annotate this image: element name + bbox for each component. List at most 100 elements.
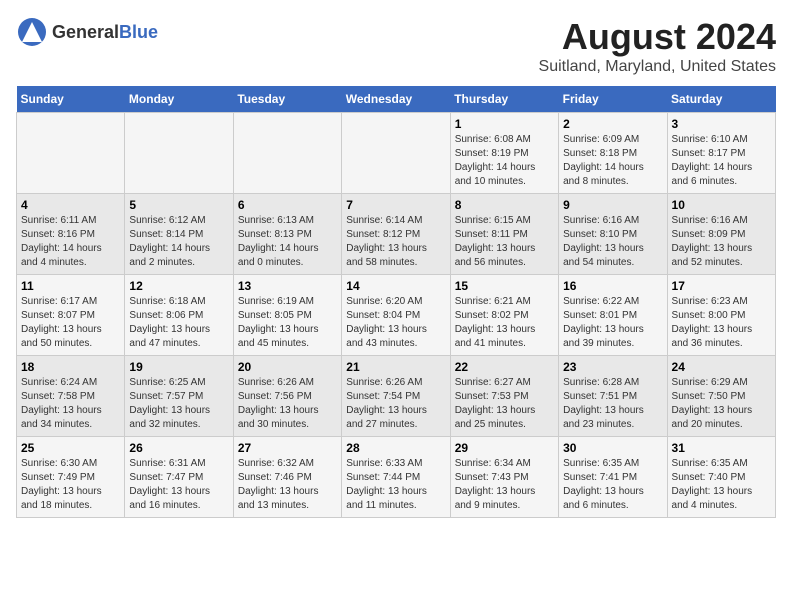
header-monday: Monday	[125, 86, 233, 113]
day-number: 28	[346, 441, 445, 455]
calendar-cell	[17, 113, 125, 194]
calendar-cell: 24Sunrise: 6:29 AMSunset: 7:50 PMDayligh…	[667, 356, 775, 437]
day-info: Sunrise: 6:19 AMSunset: 8:05 PMDaylight:…	[238, 295, 337, 351]
day-number: 11	[21, 279, 120, 293]
day-info: Sunrise: 6:26 AMSunset: 7:54 PMDaylight:…	[346, 376, 445, 432]
day-info: Sunrise: 6:11 AMSunset: 8:16 PMDaylight:…	[21, 214, 120, 270]
calendar-cell: 19 Sunrise: 6:25 AMSunset: 7:57 PMDayligh…	[125, 356, 233, 437]
day-info: Sunrise: 6:27 AMSunset: 7:53 PMDaylight:…	[455, 376, 554, 432]
page-header: GeneralBlue August 2024 Suitland, Maryla…	[16, 16, 776, 76]
calendar-cell: 23Sunrise: 6:28 AMSunset: 7:51 PMDayligh…	[559, 356, 667, 437]
day-info: Sunrise: 6:25 AMSunset: 7:57 PMDaylight:…	[129, 376, 228, 432]
day-number: 2	[563, 117, 662, 131]
day-info: Sunrise: 6:16 AMSunset: 8:10 PMDaylight:…	[563, 214, 662, 270]
calendar-cell: 18 Sunrise: 6:24 AMSunset: 7:58 PMDayligh…	[17, 356, 125, 437]
calendar-cell	[342, 113, 450, 194]
day-info: Sunrise: 6:12 AMSunset: 8:14 PMDaylight:…	[129, 214, 228, 270]
day-info: Sunrise: 6:24 AMSunset: 7:58 PMDaylight:…	[21, 376, 120, 432]
calendar-cell: 7 Sunrise: 6:14 AMSunset: 8:12 PMDaylight…	[342, 194, 450, 275]
day-number: 5	[129, 198, 228, 212]
day-number: 16	[563, 279, 662, 293]
day-number: 22	[455, 360, 554, 374]
day-info: Sunrise: 6:33 AMSunset: 7:44 PMDaylight:…	[346, 457, 445, 513]
day-info: Sunrise: 6:10 AMSunset: 8:17 PMDaylight:…	[672, 133, 771, 189]
calendar-cell: 17Sunrise: 6:23 AMSunset: 8:00 PMDayligh…	[667, 275, 775, 356]
day-info: Sunrise: 6:14 AMSunset: 8:12 PMDaylight:…	[346, 214, 445, 270]
header-friday: Friday	[559, 86, 667, 113]
logo-blue-text: Blue	[119, 22, 158, 42]
day-number: 30	[563, 441, 662, 455]
day-number: 10	[672, 198, 771, 212]
calendar-cell: 11 Sunrise: 6:17 AMSunset: 8:07 PMDayligh…	[17, 275, 125, 356]
day-number: 31	[672, 441, 771, 455]
header-tuesday: Tuesday	[233, 86, 341, 113]
day-info: Sunrise: 6:35 AMSunset: 7:40 PMDaylight:…	[672, 457, 771, 513]
calendar-cell: 9 Sunrise: 6:16 AMSunset: 8:10 PMDaylight…	[559, 194, 667, 275]
day-number: 27	[238, 441, 337, 455]
day-info: Sunrise: 6:35 AMSunset: 7:41 PMDaylight:…	[563, 457, 662, 513]
day-number: 18	[21, 360, 120, 374]
day-number: 8	[455, 198, 554, 212]
calendar-cell	[233, 113, 341, 194]
day-number: 13	[238, 279, 337, 293]
calendar-cell: 13 Sunrise: 6:19 AMSunset: 8:05 PMDayligh…	[233, 275, 341, 356]
day-number: 4	[21, 198, 120, 212]
day-info: Sunrise: 6:16 AMSunset: 8:09 PMDaylight:…	[672, 214, 771, 270]
calendar-cell: 21Sunrise: 6:26 AMSunset: 7:54 PMDayligh…	[342, 356, 450, 437]
day-info: Sunrise: 6:13 AMSunset: 8:13 PMDaylight:…	[238, 214, 337, 270]
day-info: Sunrise: 6:15 AMSunset: 8:11 PMDaylight:…	[455, 214, 554, 270]
day-info: Sunrise: 6:18 AMSunset: 8:06 PMDaylight:…	[129, 295, 228, 351]
logo-general-text: General	[52, 22, 119, 42]
day-number: 26	[129, 441, 228, 455]
page-subtitle: Suitland, Maryland, United States	[539, 58, 776, 76]
day-number: 12	[129, 279, 228, 293]
day-info: Sunrise: 6:08 AMSunset: 8:19 PMDaylight:…	[455, 133, 554, 189]
calendar-cell: 31 Sunrise: 6:35 AMSunset: 7:40 PMDayligh…	[667, 437, 775, 518]
day-info: Sunrise: 6:20 AMSunset: 8:04 PMDaylight:…	[346, 295, 445, 351]
day-number: 20	[238, 360, 337, 374]
title-block: August 2024 Suitland, Maryland, United S…	[539, 16, 776, 76]
day-number: 25	[21, 441, 120, 455]
calendar-cell: 27Sunrise: 6:32 AMSunset: 7:46 PMDayligh…	[233, 437, 341, 518]
calendar-cell	[125, 113, 233, 194]
calendar-cell: 26 Sunrise: 6:31 AMSunset: 7:47 PMDayligh…	[125, 437, 233, 518]
week-row-5: 25 Sunrise: 6:30 AMSunset: 7:49 PMDayligh…	[17, 437, 776, 518]
day-info: Sunrise: 6:17 AMSunset: 8:07 PMDaylight:…	[21, 295, 120, 351]
day-info: Sunrise: 6:34 AMSunset: 7:43 PMDaylight:…	[455, 457, 554, 513]
day-number: 6	[238, 198, 337, 212]
calendar-cell: 12 Sunrise: 6:18 AMSunset: 8:06 PMDayligh…	[125, 275, 233, 356]
day-number: 1	[455, 117, 554, 131]
day-number: 24	[672, 360, 771, 374]
calendar-cell: 4 Sunrise: 6:11 AMSunset: 8:16 PMDaylight…	[17, 194, 125, 275]
week-row-3: 11 Sunrise: 6:17 AMSunset: 8:07 PMDayligh…	[17, 275, 776, 356]
week-row-2: 4 Sunrise: 6:11 AMSunset: 8:16 PMDaylight…	[17, 194, 776, 275]
header-saturday: Saturday	[667, 86, 775, 113]
day-number: 3	[672, 117, 771, 131]
calendar-cell: 20 Sunrise: 6:26 AMSunset: 7:56 PMDayligh…	[233, 356, 341, 437]
calendar-cell: 29Sunrise: 6:34 AMSunset: 7:43 PMDayligh…	[450, 437, 558, 518]
calendar-table: SundayMondayTuesdayWednesdayThursdayFrid…	[16, 86, 776, 518]
calendar-cell: 1 Sunrise: 6:08 AMSunset: 8:19 PMDaylight…	[450, 113, 558, 194]
day-number: 19	[129, 360, 228, 374]
day-info: Sunrise: 6:21 AMSunset: 8:02 PMDaylight:…	[455, 295, 554, 351]
day-number: 17	[672, 279, 771, 293]
page-title: August 2024	[539, 16, 776, 58]
calendar-cell: 3 Sunrise: 6:10 AMSunset: 8:17 PMDaylight…	[667, 113, 775, 194]
calendar-cell: 14Sunrise: 6:20 AMSunset: 8:04 PMDayligh…	[342, 275, 450, 356]
day-number: 7	[346, 198, 445, 212]
day-info: Sunrise: 6:22 AMSunset: 8:01 PMDaylight:…	[563, 295, 662, 351]
week-row-1: 1 Sunrise: 6:08 AMSunset: 8:19 PMDaylight…	[17, 113, 776, 194]
day-info: Sunrise: 6:31 AMSunset: 7:47 PMDaylight:…	[129, 457, 228, 513]
day-number: 23	[563, 360, 662, 374]
calendar-cell: 22 Sunrise: 6:27 AMSunset: 7:53 PMDayligh…	[450, 356, 558, 437]
calendar-cell: 8 Sunrise: 6:15 AMSunset: 8:11 PMDaylight…	[450, 194, 558, 275]
day-info: Sunrise: 6:26 AMSunset: 7:56 PMDaylight:…	[238, 376, 337, 432]
calendar-cell: 16 Sunrise: 6:22 AMSunset: 8:01 PMDayligh…	[559, 275, 667, 356]
header-wednesday: Wednesday	[342, 86, 450, 113]
calendar-cell: 28 Sunrise: 6:33 AMSunset: 7:44 PMDayligh…	[342, 437, 450, 518]
calendar-cell: 30 Sunrise: 6:35 AMSunset: 7:41 PMDayligh…	[559, 437, 667, 518]
day-number: 9	[563, 198, 662, 212]
day-info: Sunrise: 6:09 AMSunset: 8:18 PMDaylight:…	[563, 133, 662, 189]
day-number: 15	[455, 279, 554, 293]
day-info: Sunrise: 6:30 AMSunset: 7:49 PMDaylight:…	[21, 457, 120, 513]
